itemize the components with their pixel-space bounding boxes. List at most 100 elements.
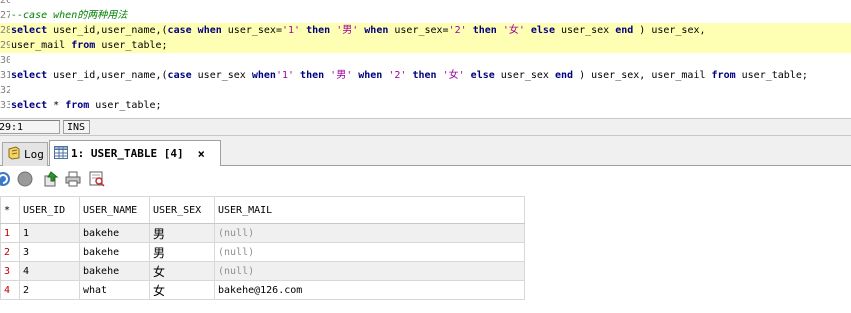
- table-row[interactable]: 1 1 bakehe 男 (null): [0, 223, 525, 243]
- column-header-user-mail[interactable]: USER_MAIL: [214, 196, 525, 224]
- cell-user-id[interactable]: 1: [19, 223, 80, 243]
- sql-keyword: case: [167, 25, 192, 36]
- cell-user-sex[interactable]: 男: [149, 223, 215, 243]
- sql-keyword: case: [167, 70, 192, 81]
- sql-keyword: when: [251, 70, 276, 81]
- row-number-label: 2: [4, 246, 11, 258]
- line-number: 33: [0, 100, 10, 111]
- editor-line[interactable]: 32: [0, 83, 851, 98]
- print-icon[interactable]: [64, 170, 82, 188]
- sql-keyword: then: [306, 25, 331, 36]
- line-number: 29: [0, 40, 10, 51]
- line-number: 30: [0, 55, 10, 66]
- column-header-user-id[interactable]: USER_ID: [19, 196, 80, 224]
- sql-string: '男': [330, 70, 353, 81]
- insert-mode-indicator: INS: [63, 120, 90, 134]
- sql-text: user_table;: [95, 40, 168, 51]
- query-by-example-icon[interactable]: [88, 170, 106, 188]
- cell-value: 女: [153, 283, 166, 298]
- stop-icon[interactable]: [16, 170, 34, 188]
- sql-keyword: from: [65, 100, 90, 111]
- sql-keyword: select: [11, 100, 48, 111]
- editor-line[interactable]: 30: [0, 53, 851, 68]
- tab-log[interactable]: Log: [2, 142, 48, 166]
- code-text: select user_id,user_name,(case when user…: [11, 23, 706, 38]
- cell-user-sex[interactable]: 女: [149, 280, 215, 300]
- row-number-label: 3: [4, 265, 11, 277]
- column-header-user-sex[interactable]: USER_SEX: [149, 196, 215, 224]
- sql-text: user_sex: [191, 70, 252, 81]
- cell-user-mail[interactable]: (null): [214, 242, 525, 262]
- sql-keyword: from: [71, 40, 96, 51]
- cell-user-sex[interactable]: 女: [149, 261, 215, 281]
- sql-text: user_sex=: [221, 25, 282, 36]
- row-number[interactable]: 3: [0, 261, 20, 281]
- cell-value: 女: [153, 264, 166, 279]
- row-number-label: 4: [4, 284, 11, 296]
- editor-line[interactable]: 33 select * from user_table;: [0, 98, 851, 113]
- tab-log-label: Log: [24, 148, 44, 161]
- table-row[interactable]: 2 3 bakehe 男 (null): [0, 242, 525, 262]
- sql-keyword: then: [300, 70, 325, 81]
- cell-value: 2: [23, 284, 30, 296]
- cell-user-name[interactable]: what: [79, 280, 150, 300]
- grid-icon: [54, 145, 68, 162]
- cell-value: (null): [218, 265, 255, 277]
- refresh-icon[interactable]: [0, 170, 12, 188]
- editor-line[interactable]: 26: [0, 0, 851, 8]
- cell-user-name[interactable]: bakehe: [79, 223, 150, 243]
- line-number: 28: [0, 25, 10, 36]
- editor-line[interactable]: 27 --case when的两种用法: [0, 8, 851, 23]
- column-header-user-name[interactable]: USER_NAME: [79, 196, 150, 224]
- cursor-position: 29:1 [1229]: [0, 120, 60, 147]
- cell-value: bakehe@126.com: [218, 284, 303, 296]
- editor-status-bar: 29:1 [1229] INS: [0, 118, 851, 147]
- sql-string: '2': [388, 70, 407, 81]
- cell-user-name[interactable]: bakehe: [79, 242, 150, 262]
- line-number: 32: [0, 85, 10, 96]
- row-number[interactable]: 1: [0, 223, 20, 243]
- cell-value: 3: [23, 246, 30, 258]
- sql-keyword: from: [711, 70, 736, 81]
- row-header-corner[interactable]: *: [0, 196, 20, 224]
- sql-text: ) user_sex,: [633, 25, 706, 36]
- cell-user-name[interactable]: bakehe: [79, 261, 150, 281]
- sql-string: '女': [502, 25, 525, 36]
- cell-value: 男: [153, 226, 166, 241]
- editor-line[interactable]: 29 user_mail from user_table;: [0, 38, 851, 53]
- cell-value: bakehe: [83, 227, 120, 239]
- code-text: user_mail from user_table;: [11, 38, 168, 53]
- sql-string: '1': [275, 70, 295, 81]
- editor-line[interactable]: 31 select user_id,user_name,(case user_se…: [0, 68, 851, 83]
- cell-user-sex[interactable]: 男: [149, 242, 215, 262]
- sql-text: user_sex: [494, 70, 555, 81]
- sql-editor[interactable]: 26 27 --case when的两种用法 28 select user_id,use…: [0, 0, 851, 118]
- export-icon[interactable]: [42, 170, 60, 188]
- tab-user-table[interactable]: 1: USER_TABLE [4] ×: [49, 140, 221, 167]
- sql-keyword: when: [364, 25, 389, 36]
- sql-string: '女': [442, 70, 465, 81]
- cell-value: bakehe: [83, 265, 120, 277]
- code-text: --case when的两种用法: [11, 8, 127, 23]
- line-number: 26: [0, 0, 10, 6]
- table-row[interactable]: 3 4 bakehe 女 (null): [0, 261, 525, 281]
- cell-user-mail[interactable]: (null): [214, 261, 525, 281]
- sql-comment: --case when的两种用法: [11, 10, 128, 21]
- sql-keyword: end: [554, 70, 574, 81]
- cell-user-id[interactable]: 4: [19, 261, 80, 281]
- cell-user-mail[interactable]: bakehe@126.com: [214, 280, 525, 300]
- row-number[interactable]: 4: [0, 280, 20, 300]
- close-icon[interactable]: ×: [198, 147, 205, 161]
- result-table: * USER_ID USER_NAME USER_SEX USER_MAIL 1…: [0, 196, 525, 300]
- sql-keyword: select: [11, 70, 48, 81]
- editor-line[interactable]: 28 select user_id,user_name,(case when us…: [0, 23, 851, 38]
- cell-value: (null): [218, 246, 255, 258]
- cell-user-mail[interactable]: (null): [214, 223, 525, 243]
- table-row[interactable]: 4 2 what 女 bakehe@126.com: [0, 280, 525, 300]
- sql-keyword: else: [530, 25, 555, 36]
- cell-user-id[interactable]: 3: [19, 242, 80, 262]
- cell-value: bakehe: [83, 246, 120, 258]
- output-tabs: Log 1: USER_TABLE [4] ×: [0, 136, 851, 167]
- cell-user-id[interactable]: 2: [19, 280, 80, 300]
- row-number[interactable]: 2: [0, 242, 20, 262]
